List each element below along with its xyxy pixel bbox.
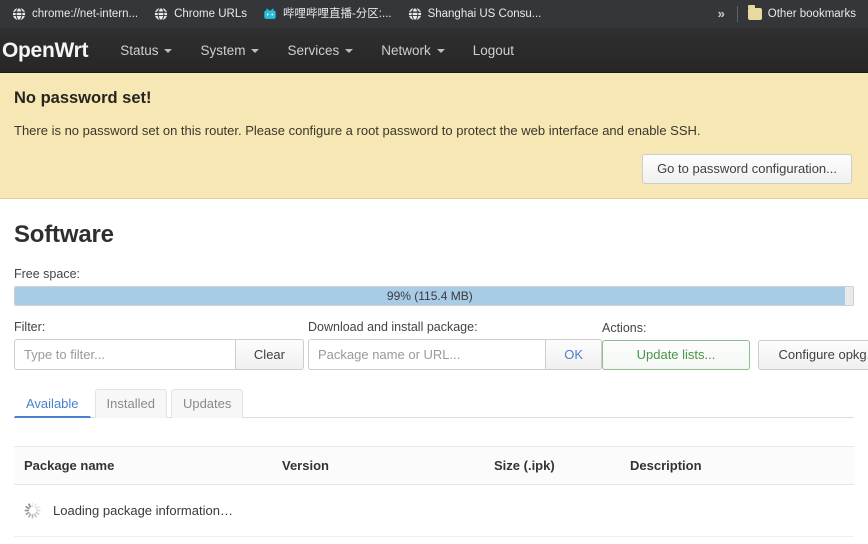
warning-title: No password set! bbox=[14, 89, 152, 107]
go-to-password-configuration-button[interactable]: Go to password configuration... bbox=[642, 154, 852, 185]
other-bookmarks-label: Other bookmarks bbox=[767, 8, 856, 20]
nav-item-label: Network bbox=[381, 42, 431, 58]
download-label: Download and install package: bbox=[308, 320, 478, 335]
chevron-down-icon bbox=[436, 49, 445, 53]
free-space-progress-fill: 99% (115.4 MB) bbox=[15, 287, 845, 306]
bookmarks-divider bbox=[736, 6, 738, 22]
column-header-package-name: Package name bbox=[24, 458, 115, 474]
clear-filter-button[interactable]: Clear bbox=[235, 339, 304, 371]
main-navigation-bar: OpenWrt Status System Services Network L… bbox=[0, 28, 868, 73]
bookmark-label: chrome://net-intern... bbox=[32, 8, 139, 20]
bookmark-label: Chrome URLs bbox=[174, 8, 247, 20]
globe-icon bbox=[12, 7, 26, 21]
column-header-size: Size (.ipk) bbox=[494, 458, 555, 474]
package-controls-row: Filter: Clear Download and install packa… bbox=[14, 320, 868, 371]
package-table: Package name Version Size (.ipk) Descrip… bbox=[14, 446, 854, 544]
loading-status-text: Loading package information… bbox=[53, 503, 233, 519]
filter-input-group: Clear bbox=[14, 339, 304, 371]
free-space-progress-bar: 99% (115.4 MB) bbox=[14, 286, 854, 307]
warning-description: There is no password set on this router.… bbox=[14, 123, 701, 138]
filter-input[interactable] bbox=[14, 339, 236, 371]
actions-label: Actions: bbox=[602, 321, 647, 336]
software-page-content: Software Free space: 99% (115.4 MB) Filt… bbox=[0, 221, 868, 544]
update-lists-button[interactable]: Update lists... bbox=[602, 340, 750, 371]
bookmark-item[interactable]: Chrome URLs bbox=[148, 4, 255, 24]
page-title: Software bbox=[14, 221, 114, 249]
configure-opkg-button[interactable]: Configure opkg... bbox=[758, 340, 868, 371]
tab-installed[interactable]: Installed bbox=[94, 389, 167, 419]
folder-icon bbox=[747, 5, 762, 20]
bookmarks-overflow-icon[interactable]: » bbox=[710, 4, 733, 24]
chevron-down-icon bbox=[345, 49, 354, 53]
no-password-warning-banner: No password set! There is no password se… bbox=[0, 73, 868, 200]
free-space-progress-label: 99% (115.4 MB) bbox=[386, 289, 473, 304]
nav-item-system[interactable]: System bbox=[186, 28, 273, 73]
chevron-down-icon bbox=[251, 49, 260, 53]
ok-button[interactable]: OK bbox=[546, 339, 602, 371]
nav-item-logout[interactable]: Logout bbox=[459, 28, 528, 73]
globe-icon bbox=[154, 7, 168, 21]
chevron-down-icon bbox=[164, 49, 173, 53]
bookmark-label: 哔哩哔哩直播-分区:... bbox=[282, 8, 392, 20]
nav-item-services[interactable]: Services bbox=[273, 28, 367, 73]
download-input-group: OK bbox=[308, 339, 602, 371]
package-tabs: Available Installed Updates bbox=[14, 388, 854, 419]
filter-column: Filter: Clear bbox=[14, 320, 304, 371]
package-table-loading-row: Loading package information… bbox=[14, 485, 854, 538]
filter-label: Filter: bbox=[14, 320, 46, 335]
bookmark-label: Shanghai US Consu... bbox=[427, 8, 542, 20]
nav-item-network[interactable]: Network bbox=[367, 28, 459, 73]
package-table-header: Package name Version Size (.ipk) Descrip… bbox=[14, 446, 854, 486]
tab-available[interactable]: Available bbox=[14, 389, 91, 419]
nav-item-label: System bbox=[200, 42, 246, 58]
actions-button-group: Update lists... Configure opkg... bbox=[602, 340, 868, 371]
bookmark-item[interactable]: 哔哩哔哩直播-分区:... bbox=[257, 4, 400, 24]
bilibili-icon bbox=[263, 7, 277, 21]
nav-item-label: Status bbox=[120, 42, 159, 58]
nav-item-status[interactable]: Status bbox=[106, 28, 186, 73]
tab-updates[interactable]: Updates bbox=[170, 389, 244, 419]
actions-column: Actions: Update lists... Configure opkg.… bbox=[602, 321, 868, 371]
warning-action-row: Go to password configuration... bbox=[14, 154, 854, 185]
bookmark-item[interactable]: chrome://net-intern... bbox=[6, 4, 146, 24]
openwrt-logo[interactable]: OpenWrt bbox=[0, 28, 106, 73]
nav-item-label: Logout bbox=[472, 42, 515, 58]
globe-icon bbox=[408, 7, 422, 21]
download-column: Download and install package: OK bbox=[308, 320, 602, 371]
column-header-description: Description bbox=[630, 458, 702, 474]
spinner-icon bbox=[24, 502, 41, 520]
nav-item-label: Services bbox=[287, 42, 340, 58]
package-name-or-url-input[interactable] bbox=[308, 339, 547, 371]
bookmark-item[interactable]: Shanghai US Consu... bbox=[402, 4, 550, 24]
other-bookmarks-button[interactable]: Other bookmarks bbox=[742, 4, 862, 24]
column-header-version: Version bbox=[282, 458, 329, 474]
browser-bookmarks-bar: chrome://net-intern... Chrome URLs 哔哩哔哩直… bbox=[0, 0, 868, 28]
free-space-label: Free space: bbox=[14, 267, 81, 282]
